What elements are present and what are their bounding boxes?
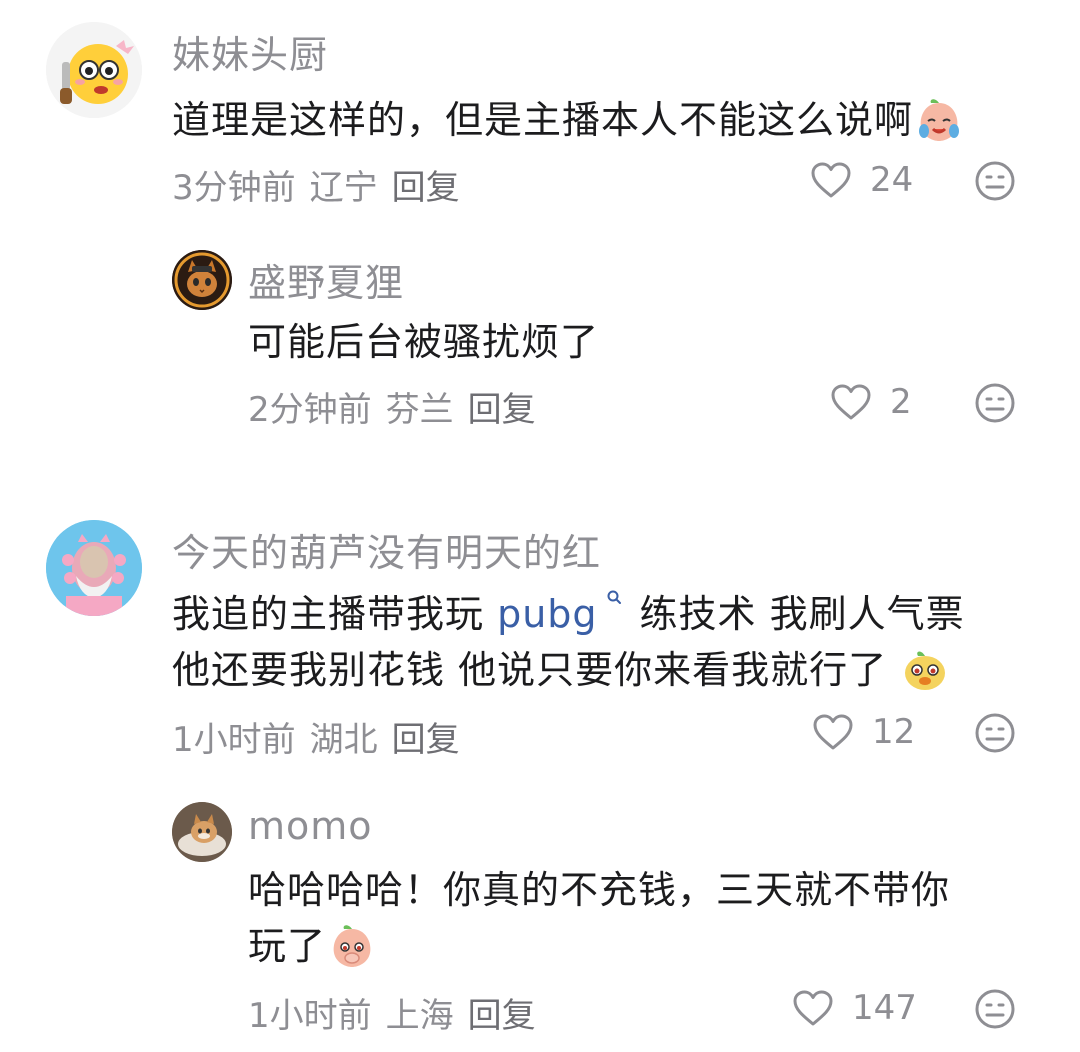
reply-username[interactable]: momo xyxy=(248,804,373,848)
shy-peach-emoji-icon xyxy=(333,924,371,967)
comment-location: 湖北 xyxy=(309,720,378,760)
search-icon[interactable] xyxy=(606,588,622,612)
reply-button[interactable]: 回复 xyxy=(392,168,460,208)
unhappy-face-icon[interactable] xyxy=(974,712,1016,754)
like-button[interactable]: 24 xyxy=(810,160,913,200)
reply-button[interactable]: 回复 xyxy=(392,720,460,760)
comment-text-segment: 我追的主播带我玩 xyxy=(172,592,498,636)
comment-text: 道理是这样的，但是主播本人不能这么说啊 xyxy=(172,92,963,148)
unhappy-face-icon[interactable] xyxy=(974,382,1016,424)
reply-username[interactable]: 盛野夏狸 xyxy=(248,252,404,307)
search-link[interactable]: pubg xyxy=(497,592,597,636)
reply-time: 2分钟前 xyxy=(248,390,372,430)
like-button[interactable]: 147 xyxy=(792,988,917,1028)
reply-button[interactable]: 回复 xyxy=(468,996,536,1036)
like-count: 12 xyxy=(872,712,916,752)
reply-location: 上海 xyxy=(385,996,454,1036)
comment-item: 今天的葫芦没有明天的红 我追的主播带我玩 pubg 练技术 我刷人气票 他还要我… xyxy=(0,500,1080,790)
heart-outline-icon xyxy=(811,162,851,198)
avatar-cat-photo-image xyxy=(172,802,232,862)
reply-meta: 2分钟前 芬兰 回复 xyxy=(248,382,550,431)
comment-item: 妹妹头厨 道理是这样的，但是主播本人不能这么说啊 3分钟前 辽宁 回复 24 xyxy=(0,0,1080,230)
reply-button[interactable]: 回复 xyxy=(468,390,536,430)
comment-username[interactable]: 妹妹头厨 xyxy=(172,24,328,79)
reply-location: 芬兰 xyxy=(385,390,454,430)
reply-text-segment: 玩了 xyxy=(248,924,327,968)
smug-dog-emoji-icon xyxy=(905,650,946,690)
reply-text-line-2: 玩了 xyxy=(248,918,376,974)
like-count: 24 xyxy=(870,160,914,200)
crying-peach-emoji-icon xyxy=(919,98,960,141)
unhappy-face-icon[interactable] xyxy=(974,160,1016,202)
avatar[interactable] xyxy=(46,520,142,616)
reply-text: 可能后台被骚扰烦了 xyxy=(248,320,600,364)
comment-text-segment: 练技术 我刷人气票 xyxy=(639,592,965,636)
like-count: 2 xyxy=(890,382,912,422)
avatar[interactable] xyxy=(172,802,232,862)
like-button[interactable]: 12 xyxy=(812,712,915,752)
unhappy-face-icon[interactable] xyxy=(974,988,1016,1030)
comment-username[interactable]: 今天的葫芦没有明天的红 xyxy=(172,522,601,577)
comment-meta: 1小时前 湖北 回复 xyxy=(172,712,474,761)
avatar-cat-image xyxy=(172,250,232,310)
comment-text-line-1: 我追的主播带我玩 pubg 练技术 我刷人气票 xyxy=(172,586,965,642)
avatar[interactable] xyxy=(172,250,232,310)
avatar-emoji-image xyxy=(46,22,142,118)
comment-text-line-2: 他还要我别花钱 他说只要你来看我就行了 xyxy=(172,642,949,698)
like-count: 147 xyxy=(852,988,917,1028)
comment-location: 辽宁 xyxy=(309,168,378,208)
comment-text-segment: 他还要我别花钱 他说只要你来看我就行了 xyxy=(172,648,888,692)
heart-outline-icon xyxy=(813,714,853,750)
reply-text-line-1: 哈哈哈哈！你真的不充钱，三天就不带你 xyxy=(248,868,951,912)
avatar-person-image xyxy=(46,520,142,616)
like-button[interactable]: 2 xyxy=(830,382,912,422)
heart-outline-icon xyxy=(793,990,833,1026)
reply-time: 1小时前 xyxy=(248,996,372,1036)
comment-meta: 3分钟前 辽宁 回复 xyxy=(172,160,474,209)
heart-outline-icon xyxy=(831,384,871,420)
reply-meta: 1小时前 上海 回复 xyxy=(248,988,550,1037)
avatar[interactable] xyxy=(46,22,142,118)
reply-item: 盛野夏狸 可能后台被骚扰烦了 2分钟前 芬兰 回复 2 xyxy=(0,230,1080,450)
comment-time: 1小时前 xyxy=(172,720,296,760)
comment-time: 3分钟前 xyxy=(172,168,296,208)
comment-text-content: 道理是这样的，但是主播本人不能这么说啊 xyxy=(172,98,914,142)
reply-item: momo 哈哈哈哈！你真的不充钱，三天就不带你 玩了 1小时前 上海 回复 147 xyxy=(0,790,1080,1052)
